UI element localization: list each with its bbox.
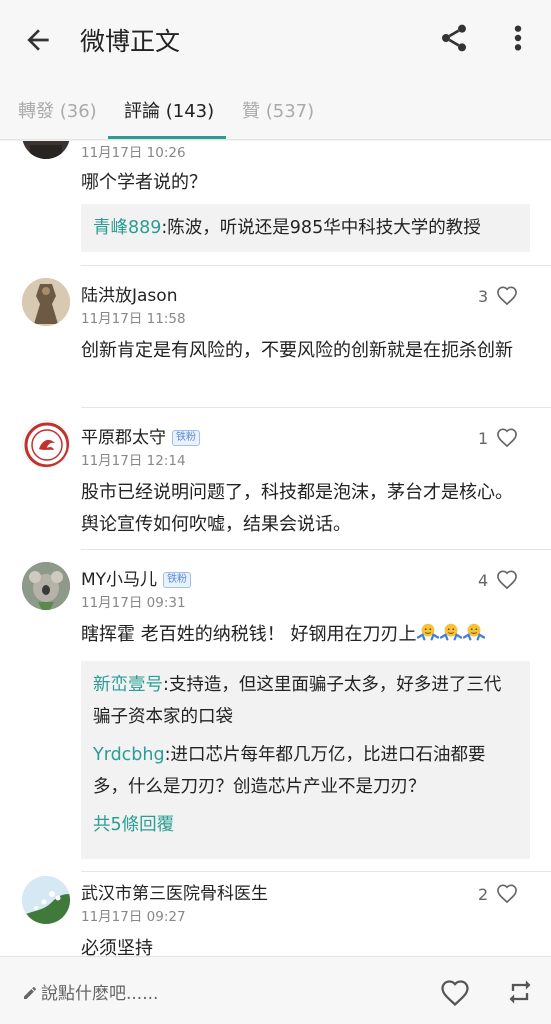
heart-outline-icon (497, 570, 517, 589)
comment-list[interactable]: 11月17日 10:26 哪个学者说的？ 青峰889:陈波，听说还是985华中科… (0, 141, 551, 956)
comment-text: 瞎挥霍 老百姓的纳税钱！ 好钢用在刀刃上 (81, 619, 526, 651)
comment-text: 股市已经说明问题了，科技都是泡沫，茅台才是核心。舆论宣传如何吹嘘，结果会说话。 (81, 482, 513, 535)
divider (81, 871, 551, 872)
reply-quote[interactable]: 新峦壹号:支持造，但这里面骗子太多，好多进了三代骗子资本家的口袋 Yrdcbhg… (81, 661, 530, 859)
tab-likes[interactable]: 贊 (537) (242, 97, 314, 123)
page-title: 微博正文 (80, 27, 181, 56)
comment-text: 必须坚持 (81, 938, 153, 956)
reply-author[interactable]: 新峦壹号 (93, 675, 163, 695)
comment-text: 哪个学者说的？ (81, 172, 207, 193)
like-button[interactable]: 4 (478, 570, 517, 590)
shrug-emoji-icon (463, 623, 486, 641)
avatar[interactable] (22, 278, 70, 326)
heart-outline-icon[interactable] (440, 977, 470, 1007)
reply-quote[interactable]: 青峰889:陈波，听说还是985华中科技大学的教授 (81, 204, 530, 252)
arrow-left-icon[interactable] (22, 24, 54, 56)
active-tab-indicator (108, 136, 226, 139)
like-count: 1 (478, 429, 489, 448)
comment-author[interactable]: 武汉市第三医院骨科医生 (81, 879, 268, 904)
reply-author[interactable]: Yrdcbhg (93, 745, 165, 765)
author-name[interactable]: MY小马儿 (81, 570, 157, 590)
like-count: 4 (478, 571, 489, 590)
comment-author[interactable]: 陆洪放Jason (81, 281, 177, 306)
tab-bar: 轉發 (36) 評論 (143) 贊 (537) (0, 80, 551, 140)
divider (81, 549, 551, 550)
comment-author[interactable]: 平原郡太守 铁粉 (81, 423, 200, 448)
avatar[interactable] (22, 876, 70, 924)
comment-time: 11月17日 11:58 (81, 311, 186, 327)
shrug-emoji-icon (440, 623, 463, 641)
comment-time: 11月17日 09:27 (81, 909, 186, 925)
reply-text: :陈波，听说还是985华中科技大学的教授 (161, 218, 481, 238)
comment-text-content: 瞎挥霍 老百姓的纳税钱！ 好钢用在刀刃上 (81, 624, 417, 645)
reply-author[interactable]: 青峰889 (93, 218, 161, 238)
reply-item: 新峦壹号:支持造，但这里面骗子太多，好多进了三代骗子资本家的口袋 (93, 669, 518, 733)
fan-badge: 铁粉 (172, 430, 200, 446)
like-button[interactable]: 2 (478, 884, 517, 904)
reply-item: Yrdcbhg:进口芯片每年都几万亿，比进口石油都要多，什么是刀刃？创造芯片产业… (93, 739, 518, 803)
pencil-icon (24, 987, 36, 999)
divider (81, 265, 551, 266)
like-button[interactable]: 3 (478, 286, 517, 306)
comment-time: 11月17日 12:14 (81, 453, 186, 469)
shrug-emoji-icon (417, 623, 440, 641)
reply-input[interactable]: 說點什麽吧...... (22, 979, 158, 1004)
avatar[interactable] (22, 420, 70, 468)
divider (81, 407, 551, 408)
more-vertical-icon[interactable] (508, 22, 528, 54)
comment-author[interactable]: MY小马儿 铁粉 (81, 565, 192, 590)
heart-outline-icon (497, 286, 517, 305)
repost-icon[interactable] (506, 977, 534, 1007)
fan-badge: 铁粉 (163, 572, 192, 588)
author-name[interactable]: 平原郡太守 (81, 428, 166, 448)
comment-time: 11月17日 10:26 (81, 145, 186, 161)
comment-text: 创新肯定是有风险的，不要风险的创新就是在扼杀创新 (81, 340, 513, 361)
bottom-action-bar: 說點什麽吧...... (0, 956, 551, 1024)
heart-outline-icon (497, 428, 517, 447)
tab-comments[interactable]: 評論 (143) (124, 97, 214, 123)
like-button[interactable]: 1 (478, 428, 517, 448)
app-bar: 微博正文 (0, 0, 551, 80)
like-count: 2 (478, 885, 489, 904)
share-icon[interactable] (438, 22, 470, 54)
avatar[interactable] (22, 141, 70, 159)
reply-placeholder: 說點什麽吧...... (41, 984, 159, 1004)
comment-time: 11月17日 09:31 (81, 595, 186, 611)
more-replies-link[interactable]: 共5條回覆 (93, 809, 518, 841)
avatar[interactable] (22, 562, 70, 610)
heart-outline-icon (497, 884, 517, 903)
tab-reposts[interactable]: 轉發 (36) (18, 97, 97, 123)
like-count: 3 (478, 287, 489, 306)
